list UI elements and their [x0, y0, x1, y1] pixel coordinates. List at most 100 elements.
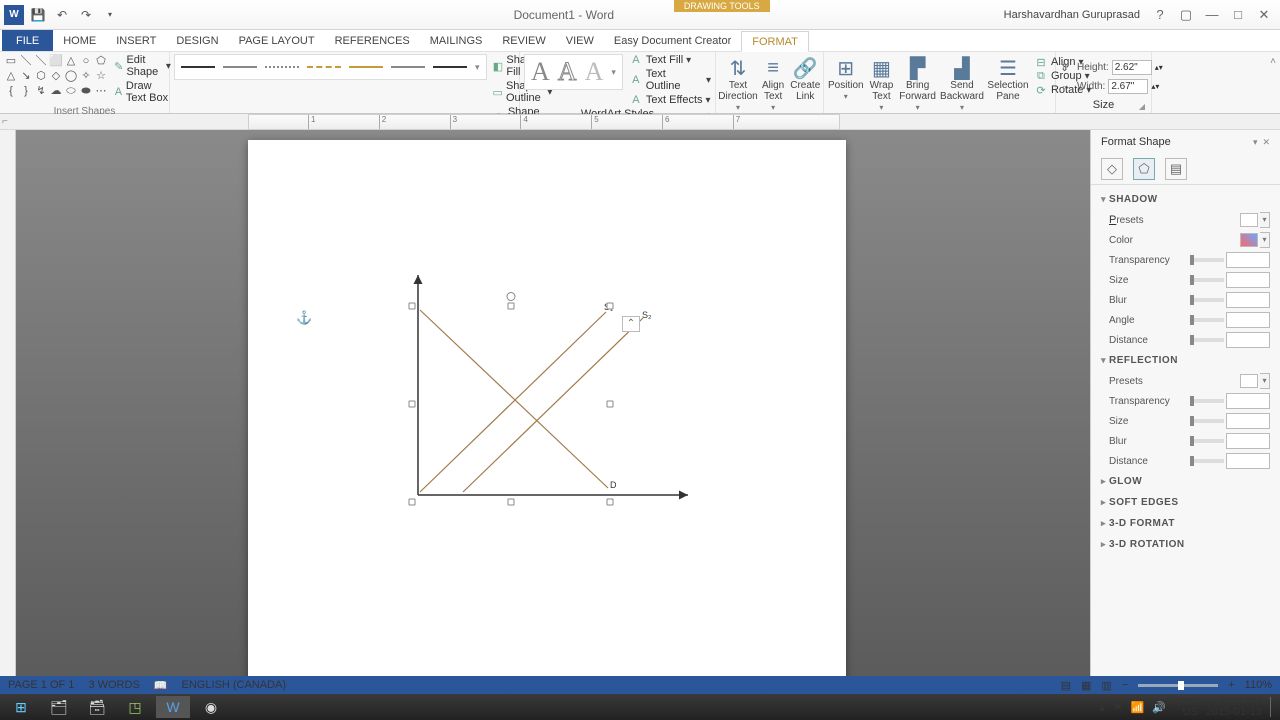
- status-proof-icon[interactable]: 📖: [154, 679, 168, 692]
- wrap-text-button[interactable]: ▦Wrap Text: [870, 54, 894, 113]
- tab-references[interactable]: REFERENCES: [325, 30, 420, 51]
- maximize-icon[interactable]: □: [1226, 7, 1250, 22]
- save-icon[interactable]: 💾: [28, 5, 48, 25]
- pane-menu-icon[interactable]: ▾ ✕: [1253, 137, 1270, 148]
- handle-w[interactable]: [409, 401, 416, 408]
- qat-dropdown-icon[interactable]: ▾: [100, 5, 120, 25]
- horizontal-ruler[interactable]: 1 2 3 4 5 6 7: [248, 114, 840, 130]
- section-3d-format[interactable]: 3-D FORMAT: [1099, 513, 1272, 534]
- create-link-button[interactable]: 🔗Create Link: [790, 54, 820, 102]
- tray-action-icon[interactable]: ⚑: [1113, 701, 1123, 714]
- refl-transparency-input[interactable]: [1226, 393, 1270, 409]
- section-shadow[interactable]: SHADOW: [1099, 189, 1272, 210]
- page-canvas[interactable]: ⚓ S₁ S₂ D: [248, 140, 846, 694]
- shadow-color-dd[interactable]: ▾: [1260, 232, 1270, 248]
- shadow-presets-dd[interactable]: ▾: [1260, 212, 1270, 228]
- tab-view[interactable]: VIEW: [556, 30, 604, 51]
- selection-box[interactable]: [412, 306, 610, 502]
- taskbar-libraries-icon[interactable]: 🗃: [80, 696, 114, 718]
- ribbon-options-icon[interactable]: ▢: [1174, 7, 1198, 23]
- undo-icon[interactable]: ↶: [52, 5, 72, 25]
- ruler-corner-icon[interactable]: ⌐: [2, 116, 8, 127]
- edit-shape-button[interactable]: ✎Edit Shape ▾: [114, 54, 171, 78]
- status-page[interactable]: PAGE 1 OF 1: [8, 679, 74, 692]
- tab-file[interactable]: FILE: [2, 30, 53, 51]
- zoom-out-icon[interactable]: −: [1122, 679, 1128, 691]
- shadow-distance-slider[interactable]: [1190, 338, 1224, 342]
- section-3d-rotation[interactable]: 3-D ROTATION: [1099, 534, 1272, 555]
- align-text-button[interactable]: ≡Align Text: [762, 54, 784, 113]
- vertical-ruler[interactable]: [0, 130, 16, 694]
- shadow-size-slider[interactable]: [1190, 278, 1224, 282]
- status-language[interactable]: ENGLISH (CANADA): [181, 679, 286, 692]
- tab-review[interactable]: REVIEW: [492, 30, 555, 51]
- zoom-level[interactable]: 110%: [1245, 679, 1272, 691]
- tray-region[interactable]: US: [1182, 707, 1197, 717]
- bring-forward-button[interactable]: ▛Bring Forward: [899, 54, 936, 113]
- shape-style-gallery[interactable]: ▾: [174, 54, 487, 80]
- handle-s[interactable]: [508, 499, 515, 506]
- height-input[interactable]: [1112, 60, 1152, 75]
- refl-blur-slider[interactable]: [1190, 439, 1224, 443]
- shadow-size-input[interactable]: [1226, 272, 1270, 288]
- tab-format[interactable]: FORMAT: [741, 31, 809, 52]
- pane-tab-effects-icon[interactable]: ⬠: [1133, 158, 1155, 180]
- tray-date[interactable]: 2015-01-13: [1206, 707, 1262, 717]
- text-effects-button[interactable]: AText Effects ▾: [629, 94, 711, 106]
- refl-transparency-slider[interactable]: [1190, 399, 1224, 403]
- pane-tab-layout-icon[interactable]: ▤: [1165, 158, 1187, 180]
- shadow-transparency-input[interactable]: [1226, 252, 1270, 268]
- size-launcher-icon[interactable]: ◢: [1139, 102, 1145, 111]
- refl-presets-button[interactable]: [1240, 374, 1258, 388]
- taskbar-chrome-icon[interactable]: ◉: [194, 696, 228, 718]
- width-input[interactable]: [1108, 79, 1148, 94]
- shape-gallery[interactable]: ▭＼＼⬜△○⬠ △↘⬡◇◯✧☆ {}↯☁⬭⬬⋯: [4, 54, 108, 98]
- handle-n[interactable]: [508, 303, 515, 310]
- shadow-color-button[interactable]: [1240, 233, 1258, 247]
- refl-size-input[interactable]: [1226, 413, 1270, 429]
- handle-ne[interactable]: [607, 303, 614, 310]
- refl-presets-dd[interactable]: ▾: [1260, 373, 1270, 389]
- refl-distance-slider[interactable]: [1190, 459, 1224, 463]
- shadow-presets-button[interactable]: [1240, 213, 1258, 227]
- taskbar-app1-icon[interactable]: ◳: [118, 696, 152, 718]
- shadow-blur-slider[interactable]: [1190, 298, 1224, 302]
- refl-distance-input[interactable]: [1226, 453, 1270, 469]
- handle-nw[interactable]: [409, 303, 416, 310]
- taskbar-word-icon[interactable]: W: [156, 696, 190, 718]
- shadow-distance-input[interactable]: [1226, 332, 1270, 348]
- tab-mailings[interactable]: MAILINGS: [420, 30, 493, 51]
- pane-tab-fill-icon[interactable]: ◇: [1101, 158, 1123, 180]
- text-direction-button[interactable]: ⇅Text Direction: [720, 54, 756, 113]
- shadow-transparency-slider[interactable]: [1190, 258, 1224, 262]
- section-glow[interactable]: GLOW: [1099, 471, 1272, 492]
- tab-edc[interactable]: Easy Document Creator: [604, 30, 741, 51]
- layout-options-icon[interactable]: ⌃: [622, 316, 640, 332]
- draw-text-box-button[interactable]: ADraw Text Box: [114, 80, 171, 104]
- text-outline-button[interactable]: AText Outline ▾: [629, 68, 711, 92]
- handle-e[interactable]: [607, 401, 614, 408]
- view-read-icon[interactable]: ▤: [1061, 679, 1071, 692]
- section-soft-edges[interactable]: SOFT EDGES: [1099, 492, 1272, 513]
- minimize-icon[interactable]: —: [1200, 7, 1224, 22]
- zoom-in-icon[interactable]: +: [1228, 679, 1234, 691]
- tray-up-icon[interactable]: ▴: [1099, 701, 1105, 714]
- send-backward-button[interactable]: ▟Send Backward: [942, 54, 982, 113]
- view-web-icon[interactable]: ▥: [1101, 679, 1111, 692]
- refl-size-slider[interactable]: [1190, 419, 1224, 423]
- refl-blur-input[interactable]: [1226, 433, 1270, 449]
- tab-page-layout[interactable]: PAGE LAYOUT: [229, 30, 325, 51]
- tab-home[interactable]: HOME: [53, 30, 106, 51]
- tray-volume-icon[interactable]: 🔊: [1152, 701, 1166, 714]
- text-fill-button[interactable]: AText Fill ▾: [629, 54, 711, 66]
- shadow-blur-input[interactable]: [1226, 292, 1270, 308]
- wordart-gallery[interactable]: AAA ▾: [524, 54, 623, 90]
- status-words[interactable]: 3 WORDS: [88, 679, 139, 692]
- handle-se[interactable]: [607, 499, 614, 506]
- shadow-angle-input[interactable]: [1226, 312, 1270, 328]
- tab-design[interactable]: DESIGN: [166, 30, 228, 51]
- tray-network-icon[interactable]: 📶: [1130, 701, 1144, 714]
- section-reflection[interactable]: REFLECTION: [1099, 350, 1272, 371]
- tab-insert[interactable]: INSERT: [106, 30, 166, 51]
- zoom-slider[interactable]: [1138, 684, 1218, 687]
